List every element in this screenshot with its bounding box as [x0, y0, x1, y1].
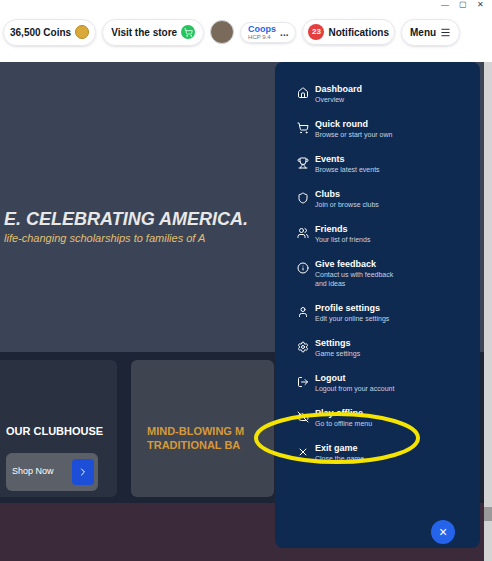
avatar[interactable] [210, 20, 234, 44]
menu-item[interactable]: Quick roundBrowse or start your own [297, 111, 472, 146]
profile-pill[interactable]: CoopsHCP 9.4... [240, 22, 296, 43]
cart-icon [181, 25, 195, 39]
shop-now-button[interactable]: Shop Now [6, 453, 98, 491]
menu-item-icon [297, 411, 309, 423]
card-line: TRADITIONAL BA [147, 439, 274, 453]
menu-item-title: Profile settings [315, 302, 389, 314]
hamburger-icon [440, 27, 451, 38]
menu-item[interactable]: ClubsJoin or browse clubs [297, 181, 472, 216]
menu-item-icon [297, 87, 309, 99]
menu-item-description: Contact us with feedback and ideas [315, 270, 405, 288]
menu-item[interactable]: EventsBrowse latest events [297, 146, 472, 181]
store-label: Visit the store [111, 25, 177, 40]
profile-handicap: HCP 9.4 [248, 34, 276, 40]
menu-item-icon [297, 227, 309, 239]
menu-item[interactable]: SettingsGame settings [297, 330, 472, 365]
store-pill[interactable]: Visit the store [102, 19, 204, 46]
scrollbar[interactable] [484, 62, 492, 561]
side-menu: DashboardOverviewQuick roundBrowse or st… [275, 62, 480, 548]
menu-item-description: Go to offline menu [315, 419, 372, 428]
scrollbar-thumb[interactable] [484, 507, 492, 521]
menu-item-icon [297, 306, 309, 318]
menu-item-icon [297, 157, 309, 169]
arrow-icon [72, 459, 94, 485]
menu-item-title: Events [315, 153, 380, 165]
top-bar: — ▢ ✕ 36,500 Coins Visit the store CoopsHCP 9… [0, 0, 492, 62]
menu-item-title: Quick round [315, 118, 392, 130]
app-window: — ▢ ✕ 36,500 Coins Visit the store CoopsHCP 9… [0, 0, 492, 561]
menu-item-description: Game settings [315, 349, 360, 358]
window-control[interactable]: — [441, 1, 449, 9]
window-control[interactable]: ✕ [477, 1, 484, 9]
notifications-badge: 23 [308, 24, 324, 40]
window-control[interactable]: ▢ [459, 1, 467, 9]
menu-item-title: Clubs [315, 188, 379, 200]
card-line: MIND-BLOWING M [147, 425, 274, 439]
menu-item-icon [297, 446, 309, 458]
coins-label: 36,500 Coins [10, 25, 71, 40]
menu-item-icon [297, 192, 309, 204]
highlight-ellipse-icon [252, 410, 422, 466]
promo-card[interactable]: OUR CLUBHOUSE Shop Now [0, 360, 117, 497]
menu-item-description: Close the game [315, 454, 364, 463]
menu-item-description: Edit your online settings [315, 314, 389, 323]
notifications-label: Notifications [328, 25, 389, 40]
menu-item-title: Friends [315, 223, 370, 235]
menu-item-title: Play offline [315, 407, 372, 419]
menu-item-icon [297, 341, 309, 353]
coins-pill[interactable]: 36,500 Coins [3, 19, 96, 46]
menu-item[interactable]: Profile settingsEdit your online setting… [297, 295, 472, 330]
window-controls: — ▢ ✕ [441, 1, 484, 9]
menu-item-icon [297, 262, 309, 274]
menu-item[interactable]: Give feedbackContact us with feedback an… [297, 251, 472, 295]
close-menu-button[interactable]: × [431, 520, 455, 544]
menu-item-description: Your list of friends [315, 235, 370, 244]
notifications-pill[interactable]: 23 Notifications [302, 19, 395, 45]
menu-item-title: Give feedback [315, 258, 405, 270]
menu-item-description: Logout from your account [315, 384, 394, 393]
promo-card[interactable]: MIND-BLOWING MTRADITIONAL BA [131, 360, 274, 497]
menu-pill[interactable]: Menu [401, 19, 460, 46]
shop-now-label: Shop Now [12, 465, 54, 479]
menu-item[interactable]: DashboardOverview [297, 76, 472, 111]
profile-more[interactable]: ... [280, 25, 288, 40]
coin-icon [75, 25, 89, 39]
menu-item-description: Overview [315, 95, 362, 104]
menu-item-description: Browse latest events [315, 165, 380, 174]
menu-item[interactable]: Play offlineGo to offline menu [297, 400, 472, 435]
menu-item-title: Settings [315, 337, 360, 349]
menu-item-description: Browse or start your own [315, 130, 392, 139]
menu-item-icon [297, 122, 309, 134]
menu-item-title: Exit game [315, 442, 364, 454]
card-title: OUR CLUBHOUSE [6, 423, 111, 440]
menu-item-title: Dashboard [315, 83, 362, 95]
menu-item[interactable]: Exit gameClose the game [297, 435, 472, 470]
menu-label: Menu [410, 25, 436, 40]
menu-item-title: Logout [315, 372, 394, 384]
menu-item-description: Join or browse clubs [315, 200, 379, 209]
menu-item[interactable]: LogoutLogout from your account [297, 365, 472, 400]
menu-item[interactable]: FriendsYour list of friends [297, 216, 472, 251]
profile-name: Coops [248, 25, 276, 34]
menu-item-icon [297, 376, 309, 388]
